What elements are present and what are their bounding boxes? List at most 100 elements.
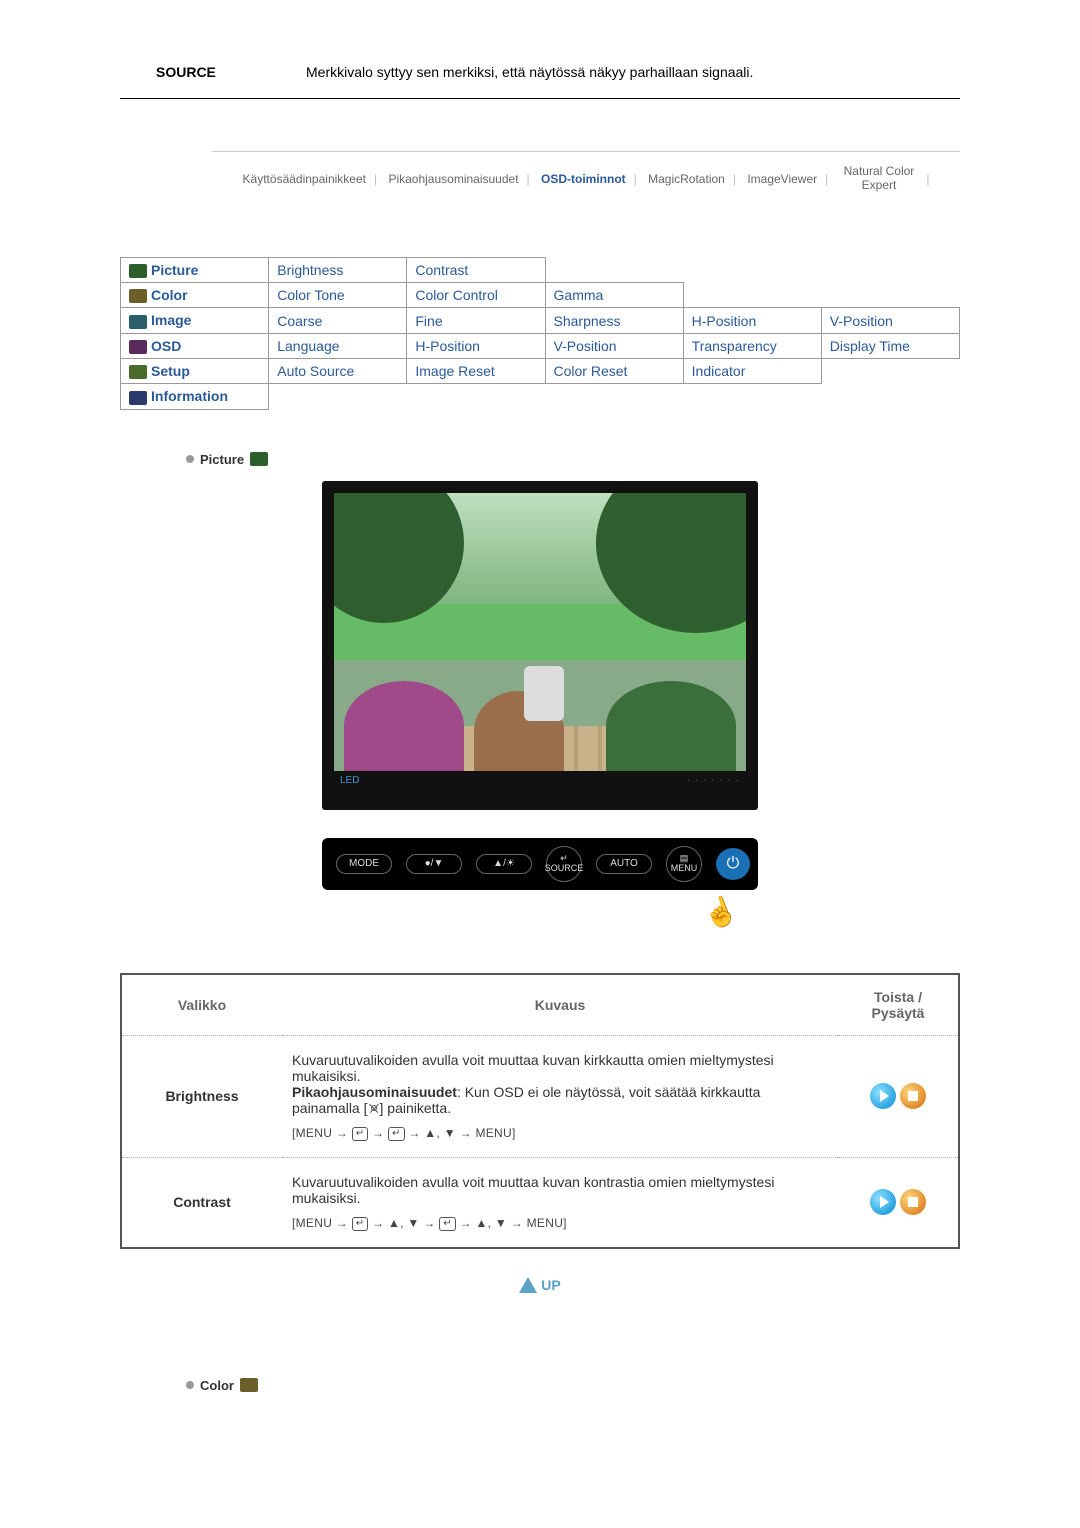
row-contrast-desc: Kuvaruutuvalikoiden avulla voit muuttaa … [282,1157,838,1248]
row-contrast-controls [838,1157,959,1248]
tab-nce-line1: Natural Color [840,164,919,178]
image-icon [129,315,147,329]
contrast-steps: [MENU → ↵ → ▲, ▼ → ↵ → ▲, ▼ → MENU] [292,1216,828,1231]
down-button[interactable]: ●/▼ [406,854,462,874]
section-picture-icon [250,452,268,466]
ct-steps-3: → ▲, ▼ → MENU] [456,1216,567,1230]
br-steps-3: → ▲, ▼ → MENU] [405,1126,516,1140]
row-contrast-name: Contrast [121,1157,282,1248]
cat-information[interactable]: Information [151,388,228,404]
tab-nce[interactable]: Natural Color Expert [836,164,923,193]
picture-options-table: Valikko Kuvaus Toista / Pysäytä Brightne… [120,973,960,1249]
up-arrow-icon [519,1277,537,1293]
row-brightness-controls [838,1035,959,1157]
cat-color[interactable]: Color [151,287,188,303]
section-picture-label: Picture [200,452,244,467]
up-label: UP [541,1277,560,1293]
link-hpos2[interactable]: H-Position [415,338,480,354]
row-brightness-desc: Kuvaruutuvalikoiden avulla voit muuttaa … [282,1035,838,1157]
picture-icon [129,264,147,278]
cat-setup[interactable]: Setup [151,363,190,379]
link-autosource[interactable]: Auto Source [277,363,354,379]
monitor-button-strip: MODE ●/▼ ▲/☀ ↵ SOURCE AUTO ▤ MENU ⏻ [322,838,758,890]
info-icon [129,391,147,405]
stop-button[interactable] [900,1083,926,1109]
back-to-top[interactable]: UP [120,1277,960,1298]
link-hpos[interactable]: H-Position [692,313,757,329]
monitor-illustration: LED · · · · · · · MODE ●/▼ ▲/☀ ↵ SOURCE … [120,481,960,929]
cat-picture[interactable]: Picture [151,262,198,278]
link-transparency[interactable]: Transparency [692,338,777,354]
ct-steps-1: [MENU → [292,1216,352,1230]
source-row: SOURCE Merkkivalo syttyy sen merkiksi, e… [120,60,960,99]
hand-cursor-icon: ☝ [698,891,742,934]
link-colorreset[interactable]: Color Reset [554,363,628,379]
tab-osd[interactable]: OSD-toiminnot [537,172,630,186]
menu-button-label: MENU [671,864,698,874]
tab-magicrotation[interactable]: MagicRotation [644,172,729,186]
link-coarse[interactable]: Coarse [277,313,322,329]
brightness-text3: ] painiketta. [380,1100,452,1116]
mode-button[interactable]: MODE [336,854,392,874]
col-desc: Kuvaus [282,974,838,1036]
brightness-key-icon [368,1102,380,1114]
link-language[interactable]: Language [277,338,339,354]
link-colorcontrol[interactable]: Color Control [415,287,497,303]
link-vpos[interactable]: V-Position [830,313,893,329]
menu-button[interactable]: ▤ MENU [666,846,702,882]
brightness-steps: [MENU → ↵ → ↵ → ▲, ▼ → MENU] [292,1126,828,1141]
cat-osd[interactable]: OSD [151,338,181,354]
link-gamma[interactable]: Gamma [554,287,604,303]
bullet-icon [186,1381,194,1389]
section-color-label: Color [200,1378,234,1393]
enter-key-icon: ↵ [388,1127,405,1141]
row-brightness-name: Brightness [121,1035,282,1157]
br-steps-1: [MENU → [292,1126,352,1140]
source-button[interactable]: ↵ SOURCE [546,846,582,882]
table-row: Contrast Kuvaruutuvalikoiden avulla voit… [121,1157,959,1248]
link-colortone[interactable]: Color Tone [277,287,344,303]
brightness-bold: Pikaohjausominaisuudet [292,1084,457,1100]
source-text: Merkkivalo syttyy sen merkiksi, että näy… [306,64,960,80]
tab-controls[interactable]: Käyttösäädinpainikkeet [239,172,370,186]
play-button[interactable] [870,1189,896,1215]
auto-button[interactable]: AUTO [596,854,652,874]
section-picture: Picture [186,452,960,467]
led-label: LED [340,775,359,786]
cat-image[interactable]: Image [151,312,191,328]
color-icon [129,289,147,303]
tab-imageviewer[interactable]: ImageViewer [743,172,821,186]
link-indicator[interactable]: Indicator [692,363,746,379]
enter-key-icon: ↵ [439,1217,456,1231]
power-button[interactable]: ⏻ [716,848,750,880]
link-displaytime[interactable]: Display Time [830,338,910,354]
monitor-screen [334,493,746,771]
tab-strip: Käyttösäädinpainikkeet| Pikaohjausominai… [212,151,960,187]
link-vpos2[interactable]: V-Position [554,338,617,354]
stop-button[interactable] [900,1189,926,1215]
osd-menu-table: Picture Brightness Contrast Color Color … [120,257,960,410]
link-imagereset[interactable]: Image Reset [415,363,494,379]
ct-steps-2: → ▲, ▼ → [368,1216,439,1230]
link-sharpness[interactable]: Sharpness [554,313,621,329]
tab-quick[interactable]: Pikaohjausominaisuudet [384,172,522,186]
source-label: SOURCE [120,64,306,80]
monitor-bezel: LED · · · · · · · [322,481,758,792]
brightness-text1: Kuvaruutuvalikoiden avulla voit muuttaa … [292,1052,774,1084]
setup-icon [129,365,147,379]
source-button-label: SOURCE [545,864,584,874]
osd-icon [129,340,147,354]
table-row: Brightness Kuvaruutuvalikoiden avulla vo… [121,1035,959,1157]
up-bright-button[interactable]: ▲/☀ [476,854,532,874]
monitor-stand [322,792,758,810]
bezel-indicators: · · · · · · · [687,775,740,786]
section-color-icon [240,1378,258,1392]
contrast-text1: Kuvaruutuvalikoiden avulla voit muuttaa … [292,1174,774,1206]
link-contrast[interactable]: Contrast [415,262,468,278]
link-fine[interactable]: Fine [415,313,442,329]
play-button[interactable] [870,1083,896,1109]
link-brightness[interactable]: Brightness [277,262,343,278]
col-menu: Valikko [121,974,282,1036]
col-play: Toista / Pysäytä [838,974,959,1036]
enter-key-icon: ↵ [352,1217,369,1231]
